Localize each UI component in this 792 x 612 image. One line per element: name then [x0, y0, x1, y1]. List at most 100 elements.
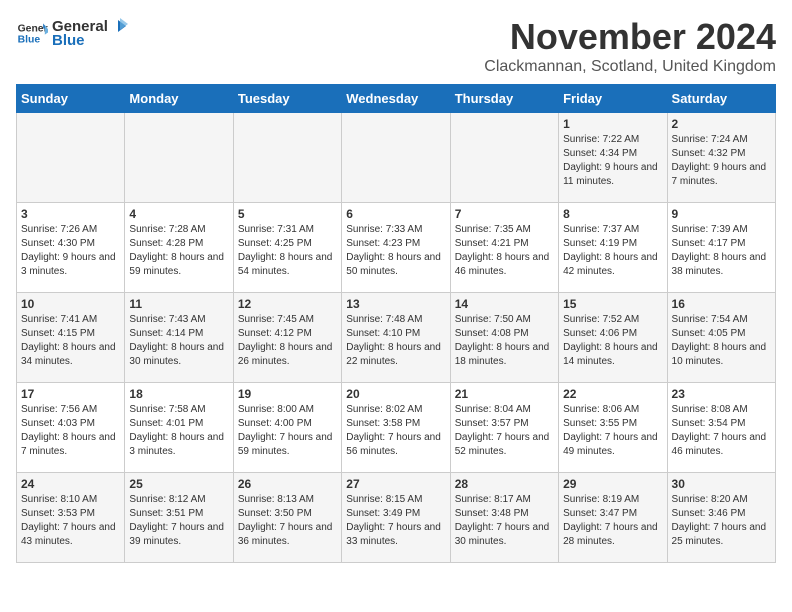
day-info: Sunrise: 8:04 AM Sunset: 3:57 PM Dayligh… — [455, 403, 554, 459]
day-number: 20 — [346, 387, 445, 401]
calendar-cell — [342, 113, 450, 203]
calendar-cell: 1 Sunrise: 7:22 AM Sunset: 4:34 PM Daylig… — [559, 113, 667, 203]
calendar-cell: 4 Sunrise: 7:28 AM Sunset: 4:28 PM Daylig… — [125, 203, 233, 293]
calendar-cell: 17 Sunrise: 7:56 AM Sunset: 4:03 PM Dayli… — [17, 383, 125, 473]
calendar-cell: 9 Sunrise: 7:39 AM Sunset: 4:17 PM Daylig… — [667, 203, 775, 293]
calendar-week-row: 24Sunrise: 8:10 AM Sunset: 3:53 PM Dayli… — [17, 473, 776, 563]
day-info: Sunrise: 8:17 AM Sunset: 3:48 PM Dayligh… — [455, 493, 554, 549]
calendar-cell: 21 Sunrise: 8:04 AM Sunset: 3:57 PM Dayli… — [450, 383, 558, 473]
day-number: 16 — [672, 297, 771, 311]
day-number: 17 — [21, 387, 120, 401]
day-info: Sunrise: 7:52 AM Sunset: 4:06 PM Dayligh… — [563, 313, 662, 369]
calendar-cell: 3 Sunrise: 7:26 AM Sunset: 4:30 PM Daylig… — [17, 203, 125, 293]
calendar-cell: 28 Sunrise: 8:17 AM Sunset: 3:48 PM Dayli… — [450, 473, 558, 563]
day-number: 26 — [238, 477, 337, 491]
calendar-week-row: 3 Sunrise: 7:26 AM Sunset: 4:30 PM Daylig… — [17, 203, 776, 293]
day-number: 1 — [563, 117, 662, 131]
calendar-week-row: 10 Sunrise: 7:41 AM Sunset: 4:15 PM Dayli… — [17, 293, 776, 383]
day-number: 18 — [129, 387, 228, 401]
day-number: 7 — [455, 207, 554, 221]
calendar-cell: 19Sunrise: 8:00 AM Sunset: 4:00 PM Dayli… — [233, 383, 341, 473]
day-number: 15 — [563, 297, 662, 311]
day-number: 29 — [563, 477, 662, 491]
day-info: Sunrise: 7:26 AM Sunset: 4:30 PM Dayligh… — [21, 223, 120, 279]
weekday-header-saturday: Saturday — [667, 85, 775, 113]
calendar-cell — [17, 113, 125, 203]
calendar-header: SundayMondayTuesdayWednesdayThursdayFrid… — [17, 85, 776, 113]
day-info: Sunrise: 7:50 AM Sunset: 4:08 PM Dayligh… — [455, 313, 554, 369]
calendar-cell: 29Sunrise: 8:19 AM Sunset: 3:47 PM Dayli… — [559, 473, 667, 563]
calendar-cell: 12 Sunrise: 7:45 AM Sunset: 4:12 PM Dayli… — [233, 293, 341, 383]
day-info: Sunrise: 7:41 AM Sunset: 4:15 PM Dayligh… — [21, 313, 120, 369]
calendar-cell: 10 Sunrise: 7:41 AM Sunset: 4:15 PM Dayli… — [17, 293, 125, 383]
calendar-week-row: 17 Sunrise: 7:56 AM Sunset: 4:03 PM Dayli… — [17, 383, 776, 473]
day-number: 23 — [672, 387, 771, 401]
day-number: 8 — [563, 207, 662, 221]
logo-arrow-icon — [110, 16, 130, 36]
day-info: Sunrise: 8:06 AM Sunset: 3:55 PM Dayligh… — [563, 403, 662, 459]
day-info: Sunrise: 7:43 AM Sunset: 4:14 PM Dayligh… — [129, 313, 228, 369]
day-number: 9 — [672, 207, 771, 221]
calendar-cell: 8 Sunrise: 7:37 AM Sunset: 4:19 PM Daylig… — [559, 203, 667, 293]
day-number: 30 — [672, 477, 771, 491]
day-info: Sunrise: 7:39 AM Sunset: 4:17 PM Dayligh… — [672, 223, 771, 279]
day-info: Sunrise: 8:20 AM Sunset: 3:46 PM Dayligh… — [672, 493, 771, 549]
day-info: Sunrise: 8:08 AM Sunset: 3:54 PM Dayligh… — [672, 403, 771, 459]
day-number: 6 — [346, 207, 445, 221]
day-number: 27 — [346, 477, 445, 491]
calendar-cell: 16Sunrise: 7:54 AM Sunset: 4:05 PM Dayli… — [667, 293, 775, 383]
calendar-cell: 13 Sunrise: 7:48 AM Sunset: 4:10 PM Dayli… — [342, 293, 450, 383]
day-info: Sunrise: 7:28 AM Sunset: 4:28 PM Dayligh… — [129, 223, 228, 279]
calendar-cell — [125, 113, 233, 203]
calendar-cell: 20 Sunrise: 8:02 AM Sunset: 3:58 PM Dayli… — [342, 383, 450, 473]
day-number: 12 — [238, 297, 337, 311]
calendar-cell: 14 Sunrise: 7:50 AM Sunset: 4:08 PM Dayli… — [450, 293, 558, 383]
header: General Blue General Blue November 2024 … — [16, 16, 776, 76]
day-info: Sunrise: 8:15 AM Sunset: 3:49 PM Dayligh… — [346, 493, 445, 549]
day-info: Sunrise: 8:10 AM Sunset: 3:53 PM Dayligh… — [21, 493, 120, 549]
calendar-cell: 18 Sunrise: 7:58 AM Sunset: 4:01 PM Dayli… — [125, 383, 233, 473]
day-number: 3 — [21, 207, 120, 221]
day-info: Sunrise: 7:58 AM Sunset: 4:01 PM Dayligh… — [129, 403, 228, 459]
calendar-cell: 26 Sunrise: 8:13 AM Sunset: 3:50 PM Dayli… — [233, 473, 341, 563]
title-area: November 2024 Clackmannan, Scotland, Uni… — [484, 16, 776, 76]
day-number: 11 — [129, 297, 228, 311]
calendar-cell: 30 Sunrise: 8:20 AM Sunset: 3:46 PM Dayli… — [667, 473, 775, 563]
calendar-cell: 7 Sunrise: 7:35 AM Sunset: 4:21 PM Daylig… — [450, 203, 558, 293]
day-info: Sunrise: 8:00 AM Sunset: 4:00 PM Dayligh… — [238, 403, 337, 459]
day-number: 5 — [238, 207, 337, 221]
calendar-cell: 25Sunrise: 8:12 AM Sunset: 3:51 PM Dayli… — [125, 473, 233, 563]
day-number: 21 — [455, 387, 554, 401]
day-info: Sunrise: 7:37 AM Sunset: 4:19 PM Dayligh… — [563, 223, 662, 279]
weekday-header-thursday: Thursday — [450, 85, 558, 113]
calendar-cell: 27 Sunrise: 8:15 AM Sunset: 3:49 PM Dayli… — [342, 473, 450, 563]
calendar-week-row: 1 Sunrise: 7:22 AM Sunset: 4:34 PM Daylig… — [17, 113, 776, 203]
day-info: Sunrise: 8:02 AM Sunset: 3:58 PM Dayligh… — [346, 403, 445, 459]
weekday-header-wednesday: Wednesday — [342, 85, 450, 113]
day-number: 14 — [455, 297, 554, 311]
day-info: Sunrise: 7:35 AM Sunset: 4:21 PM Dayligh… — [455, 223, 554, 279]
logo: General Blue General Blue — [16, 16, 130, 49]
calendar-cell: 22 Sunrise: 8:06 AM Sunset: 3:55 PM Dayli… — [559, 383, 667, 473]
day-info: Sunrise: 7:22 AM Sunset: 4:34 PM Dayligh… — [563, 133, 662, 189]
day-info: Sunrise: 7:48 AM Sunset: 4:10 PM Dayligh… — [346, 313, 445, 369]
day-number: 28 — [455, 477, 554, 491]
calendar-cell: 11 Sunrise: 7:43 AM Sunset: 4:14 PM Dayli… — [125, 293, 233, 383]
location-title: Clackmannan, Scotland, United Kingdom — [484, 58, 776, 76]
logo-icon: General Blue — [16, 17, 48, 49]
day-info: Sunrise: 7:24 AM Sunset: 4:32 PM Dayligh… — [672, 133, 771, 189]
weekday-header-row: SundayMondayTuesdayWednesdayThursdayFrid… — [17, 85, 776, 113]
day-number: 4 — [129, 207, 228, 221]
calendar: SundayMondayTuesdayWednesdayThursdayFrid… — [16, 84, 776, 563]
day-number: 2 — [672, 117, 771, 131]
month-title: November 2024 — [484, 16, 776, 58]
day-info: Sunrise: 7:31 AM Sunset: 4:25 PM Dayligh… — [238, 223, 337, 279]
day-info: Sunrise: 7:56 AM Sunset: 4:03 PM Dayligh… — [21, 403, 120, 459]
calendar-cell: 5 Sunrise: 7:31 AM Sunset: 4:25 PM Daylig… — [233, 203, 341, 293]
day-info: Sunrise: 7:45 AM Sunset: 4:12 PM Dayligh… — [238, 313, 337, 369]
day-number: 10 — [21, 297, 120, 311]
day-info: Sunrise: 8:13 AM Sunset: 3:50 PM Dayligh… — [238, 493, 337, 549]
day-number: 13 — [346, 297, 445, 311]
calendar-cell: 24Sunrise: 8:10 AM Sunset: 3:53 PM Dayli… — [17, 473, 125, 563]
day-number: 22 — [563, 387, 662, 401]
